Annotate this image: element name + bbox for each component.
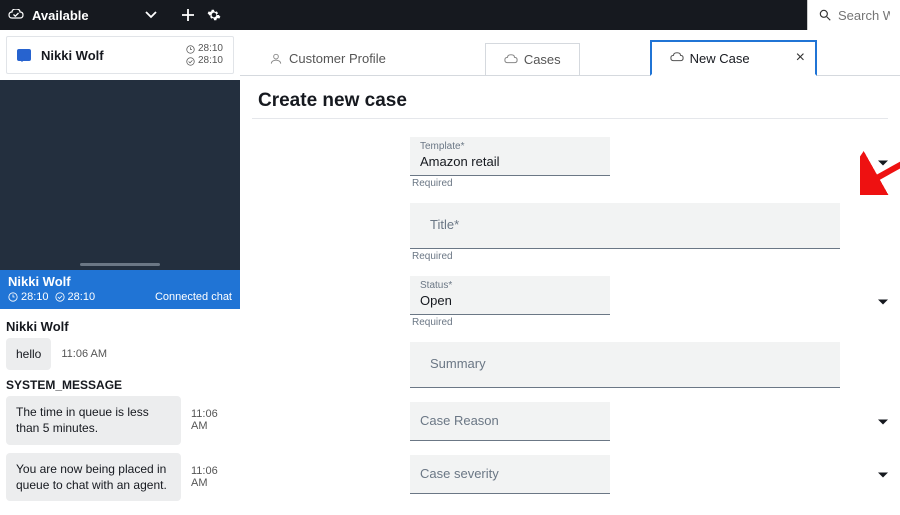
search-icon	[818, 8, 832, 22]
field-value: Open	[420, 293, 600, 308]
right-content: Customer Profile Cases New Case × Create…	[240, 30, 900, 515]
chat-bubble: The time in queue is less than 5 minutes…	[6, 396, 181, 444]
chat-message: The time in queue is less than 5 minutes…	[6, 396, 234, 444]
chat-message: hello 11:06 AM	[6, 338, 234, 370]
active-contact-timers: 28:10 28:10	[8, 291, 95, 303]
agent-status-text: Available	[32, 8, 89, 23]
summary-field[interactable]: Summary	[410, 342, 900, 388]
chat-sender: Nikki Wolf	[6, 319, 234, 334]
active-contact-strip[interactable]: Nikki Wolf 28:10 28:10 Connected chat	[0, 270, 240, 309]
chat-icon	[17, 49, 31, 61]
left-sidebar: Nikki Wolf 28:10 28:10 Nikki Wolf	[0, 30, 240, 515]
contact-timers: 28:10 28:10	[186, 43, 223, 67]
tab-cases[interactable]: Cases	[485, 43, 580, 75]
agent-status-chevron-icon[interactable]	[145, 11, 157, 19]
search-input[interactable]	[838, 8, 890, 23]
required-label: Required	[412, 251, 900, 262]
contact-name: Nikki Wolf	[41, 48, 104, 63]
chevron-down-icon	[878, 300, 888, 305]
field-label: Case Reason	[420, 413, 499, 428]
field-label: Summary	[420, 346, 830, 381]
system-message-header: SYSTEM_MESSAGE	[6, 378, 234, 392]
case-severity-field[interactable]: Case severity	[410, 455, 900, 494]
tab-bar: Customer Profile Cases New Case ×	[240, 36, 900, 76]
field-label: Template*	[420, 141, 600, 152]
add-button[interactable]	[181, 8, 195, 22]
chat-time: 11:06 AM	[191, 408, 234, 432]
close-icon[interactable]: ×	[796, 50, 805, 66]
chevron-down-icon	[878, 161, 888, 166]
chat-message: You are now being placed in queue to cha…	[6, 453, 234, 501]
tab-label: New Case	[690, 51, 750, 66]
field-label: Title*	[420, 207, 830, 242]
contact-status: Connected chat	[155, 291, 232, 303]
field-label: Case severity	[420, 466, 499, 481]
chat-time: 11:06 AM	[191, 465, 234, 489]
new-case-form: Template* Amazon retail Required Title* …	[240, 119, 900, 494]
chat-bubble: You are now being placed in queue to cha…	[6, 453, 181, 501]
chat-transcript: Nikki Wolf hello 11:06 AM SYSTEM_MESSAGE…	[0, 309, 240, 515]
tab-customer-profile[interactable]: Customer Profile	[250, 42, 405, 75]
field-value: Amazon retail	[420, 154, 600, 169]
chevron-down-icon	[878, 472, 888, 477]
case-reason-field[interactable]: Case Reason	[410, 402, 900, 441]
drag-handle[interactable]	[80, 263, 160, 266]
title-field[interactable]: Title* Required	[410, 203, 900, 262]
active-contact-name: Nikki Wolf	[8, 274, 232, 289]
contact-card[interactable]: Nikki Wolf 28:10 28:10	[6, 36, 234, 74]
cloud-check-icon	[8, 9, 24, 21]
required-label: Required	[412, 178, 900, 189]
tab-new-case[interactable]: New Case ×	[650, 40, 817, 76]
global-search[interactable]	[807, 0, 900, 30]
status-field[interactable]: Status* Open Required	[410, 276, 900, 328]
required-label: Required	[412, 317, 900, 328]
settings-button[interactable]	[207, 8, 221, 22]
tab-label: Customer Profile	[289, 51, 386, 66]
chat-time: 11:06 AM	[61, 348, 107, 360]
chevron-down-icon	[878, 419, 888, 424]
tab-label: Cases	[524, 52, 561, 67]
chat-bubble: hello	[6, 338, 51, 370]
agent-status-dropdown[interactable]: Available	[8, 8, 89, 23]
field-label: Status*	[420, 280, 600, 291]
page-title: Create new case	[258, 90, 900, 112]
topbar: Available	[0, 0, 900, 30]
template-field[interactable]: Template* Amazon retail Required	[410, 137, 900, 189]
contact-panel-dark	[0, 80, 240, 270]
